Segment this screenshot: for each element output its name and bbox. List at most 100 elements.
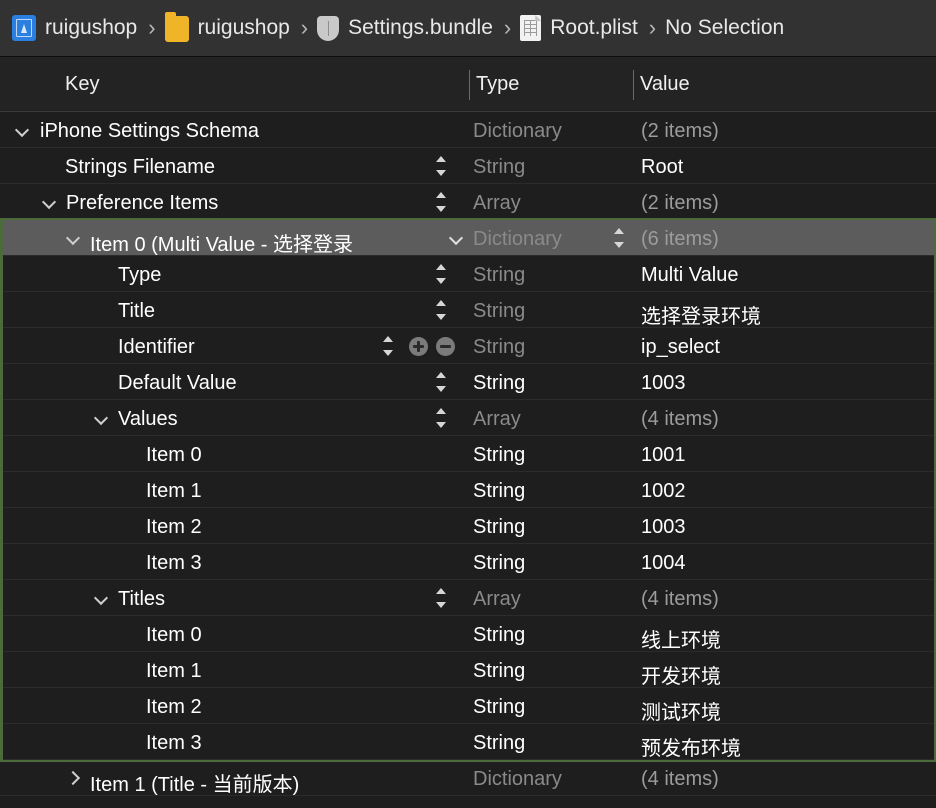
plist-row-value[interactable]: 线上环境 — [641, 624, 721, 653]
plist-row-type[interactable]: String — [473, 696, 525, 719]
plist-row-type[interactable]: Dictionary — [473, 120, 562, 143]
plist-row-key[interactable]: Item 0 — [146, 624, 202, 647]
plist-row-value[interactable]: 1003 — [641, 372, 686, 395]
chevron-down-icon[interactable] — [93, 590, 109, 606]
plist-row-key[interactable]: Item 0 (Multi Value - 选择登录 — [90, 228, 353, 257]
breadcrumb-item-3[interactable]: Root.plist — [520, 15, 638, 41]
plist-row-type[interactable]: String — [473, 300, 525, 323]
plist-row-key[interactable]: Item 0 — [146, 444, 202, 467]
plist-row-value[interactable]: 1001 — [641, 444, 686, 467]
plist-row-key[interactable]: Default Value — [118, 372, 237, 395]
plist-row-value[interactable]: 1004 — [641, 552, 686, 575]
plist-row-type[interactable]: String — [473, 552, 525, 575]
type-stepper-icon[interactable] — [434, 407, 450, 429]
value-stepper-icon[interactable] — [612, 227, 628, 249]
plist-row-type[interactable]: String — [473, 156, 525, 179]
plist-row-key[interactable]: Strings Filename — [65, 156, 215, 179]
plist-row[interactable]: iPhone Settings Schema Dictionary (2 items… — [0, 112, 936, 148]
plist-row-key[interactable]: Item 1 — [146, 480, 202, 503]
type-stepper-icon[interactable] — [434, 155, 450, 177]
plist-row-value[interactable]: (2 items) — [641, 120, 719, 143]
plist-row-value[interactable]: 开发环境 — [641, 660, 721, 689]
plist-row-type[interactable]: String — [473, 264, 525, 287]
plist-row-type[interactable]: String — [473, 660, 525, 683]
plist-row-value[interactable]: 选择登录环境 — [641, 300, 761, 329]
plist-row-key[interactable]: Type — [118, 264, 161, 287]
plist-row-type[interactable]: Dictionary — [473, 768, 562, 791]
plist-row-key[interactable]: Preference Items — [66, 192, 218, 215]
type-stepper-icon[interactable] — [434, 371, 450, 393]
plist-row-selected[interactable]: Item 0 (Multi Value - 选择登录 Dictionary (6 i… — [0, 220, 936, 256]
plist-row-type[interactable]: String — [473, 480, 525, 503]
plist-row-type[interactable]: String — [473, 336, 525, 359]
plist-row[interactable]: Values Array (4 items) — [0, 400, 936, 436]
plist-row-value[interactable]: 1002 — [641, 480, 686, 503]
plist-row[interactable]: Item 1 String 1002 — [0, 472, 936, 508]
breadcrumb-item-1[interactable]: ruigushop — [164, 12, 290, 42]
plist-row-type[interactable]: Array — [473, 408, 521, 431]
chevron-down-icon[interactable] — [14, 122, 30, 138]
column-header-key[interactable]: Key — [65, 73, 99, 96]
plist-row-key[interactable]: Values — [118, 408, 178, 431]
chevron-down-icon[interactable] — [41, 194, 57, 210]
plist-row-value[interactable]: (4 items) — [641, 408, 719, 431]
plist-row-type[interactable]: String — [473, 624, 525, 647]
plist-row-type[interactable]: Array — [473, 192, 521, 215]
column-header-value[interactable]: Value — [640, 73, 690, 96]
plist-row-type[interactable]: String — [473, 372, 525, 395]
plist-row-key[interactable]: Item 2 — [146, 516, 202, 539]
plist-row-value[interactable]: ip_select — [641, 336, 720, 359]
breadcrumb-item-0[interactable]: ruigushop — [12, 15, 137, 41]
plist-row[interactable]: Item 3 String 预发布环境 — [0, 724, 936, 760]
plist-row-value[interactable]: (6 items) — [641, 228, 719, 251]
chevron-right-icon[interactable] — [67, 770, 83, 786]
plist-row-value[interactable]: 1003 — [641, 516, 686, 539]
plist-row[interactable]: Item 0 String 1001 — [0, 436, 936, 472]
plist-row-key[interactable]: iPhone Settings Schema — [40, 120, 259, 143]
plist-row-key[interactable]: Item 1 — [146, 660, 202, 683]
plist-row-type[interactable]: Array — [473, 588, 521, 611]
breadcrumb-item-2[interactable]: Settings.bundle — [317, 15, 493, 41]
plist-row-type[interactable]: String — [473, 516, 525, 539]
plist-row-type[interactable]: Dictionary — [473, 228, 562, 251]
plist-row[interactable]: Strings Filename String Root — [0, 148, 936, 184]
type-stepper-icon[interactable] — [381, 335, 397, 357]
plist-row-value[interactable]: (2 items) — [641, 192, 719, 215]
type-stepper-icon[interactable] — [434, 263, 450, 285]
plist-row-value[interactable]: Root — [641, 156, 683, 179]
plist-row[interactable]: Default Value String 1003 — [0, 364, 936, 400]
plist-row-key[interactable]: Titles — [118, 588, 165, 611]
plist-row-key[interactable]: Identifier — [118, 336, 195, 359]
type-stepper-icon[interactable] — [434, 191, 450, 213]
plist-row-value[interactable]: Multi Value — [641, 264, 738, 287]
plist-row[interactable]: Item 1 (Title - 当前版本) Dictionary (4 items) — [0, 760, 936, 796]
plist-row[interactable]: Item 3 String 1004 — [0, 544, 936, 580]
chevron-down-icon[interactable] — [65, 230, 81, 246]
column-header-type[interactable]: Type — [476, 73, 519, 96]
plist-row-key[interactable]: Item 3 — [146, 552, 202, 575]
add-row-button[interactable] — [409, 337, 428, 356]
remove-row-button[interactable] — [436, 337, 455, 356]
plist-row[interactable]: Type String Multi Value — [0, 256, 936, 292]
plist-row-value[interactable]: (4 items) — [641, 588, 719, 611]
plist-table[interactable]: iPhone Settings Schema Dictionary (2 items… — [0, 112, 936, 808]
plist-row[interactable]: Item 2 String 测试环境 — [0, 688, 936, 724]
column-divider-key-type[interactable] — [469, 70, 470, 100]
plist-row[interactable]: Identifier String ip_select — [0, 328, 936, 364]
plist-row-key[interactable]: Item 1 (Title - 当前版本) — [90, 768, 299, 797]
plist-row-type[interactable]: String — [473, 444, 525, 467]
plist-row[interactable]: Titles Array (4 items) — [0, 580, 936, 616]
plist-row[interactable]: Preference Items Array (2 items) — [0, 184, 936, 220]
chevron-down-icon[interactable] — [93, 410, 109, 426]
plist-row-type[interactable]: String — [473, 732, 525, 755]
plist-row-value[interactable]: 预发布环境 — [641, 732, 741, 761]
column-divider-type-value[interactable] — [633, 70, 634, 100]
plist-row-key[interactable]: Item 2 — [146, 696, 202, 719]
breadcrumb-item-4[interactable]: No Selection — [665, 16, 784, 40]
plist-row[interactable]: Item 1 String 开发环境 — [0, 652, 936, 688]
plist-row[interactable]: Item 2 String 1003 — [0, 508, 936, 544]
plist-row-value[interactable]: (4 items) — [641, 768, 719, 791]
plist-row[interactable]: Item 0 String 线上环境 — [0, 616, 936, 652]
plist-row-value[interactable]: 测试环境 — [641, 696, 721, 725]
key-overflow-chevron-icon[interactable] — [449, 231, 463, 245]
